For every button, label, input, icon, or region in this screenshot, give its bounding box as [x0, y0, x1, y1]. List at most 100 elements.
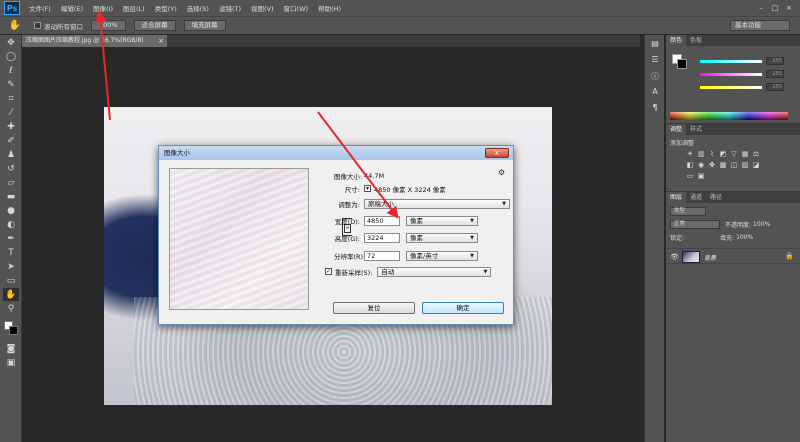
menu-type[interactable]: 类型(Y) — [150, 3, 182, 13]
balance-icon[interactable]: ⚖ — [752, 150, 760, 158]
gradient-tool-icon[interactable]: ▬ — [3, 190, 19, 203]
red-value[interactable]: 255 — [766, 57, 784, 65]
vibrance-icon[interactable]: ▽ — [730, 150, 738, 158]
hand-tool-icon[interactable]: ✋ — [3, 288, 19, 301]
quick-mask-icon[interactable]: ◙ — [3, 342, 19, 355]
close-icon[interactable]: × — [158, 35, 164, 47]
gradient-map-icon[interactable]: ▭ — [686, 172, 694, 180]
menu-select[interactable]: 选择(S) — [182, 3, 214, 13]
selective-color-icon[interactable]: ▣ — [697, 172, 705, 180]
resample-checkbox[interactable]: ✓ — [325, 268, 332, 275]
resample-select[interactable]: 自动 — [377, 266, 492, 277]
tab-layers[interactable]: 图层 — [666, 192, 687, 203]
eyedropper-tool-icon[interactable]: ⁄ — [3, 106, 19, 119]
paragraph-icon[interactable]: ¶ — [648, 103, 662, 115]
info-icon[interactable]: ⓘ — [648, 71, 662, 83]
menu-help[interactable]: 帮助(H) — [313, 3, 346, 13]
resolution-input[interactable]: 72 — [364, 250, 400, 261]
maximize-icon[interactable]: □ — [770, 4, 780, 12]
type-tool-icon[interactable]: T — [3, 246, 19, 259]
brightness-icon[interactable]: ☀ — [686, 150, 694, 158]
hue-icon[interactable]: ▦ — [741, 150, 749, 158]
height-input[interactable]: 3224 — [364, 232, 400, 243]
fill-screen-button[interactable]: 填充屏幕 — [183, 20, 226, 31]
gear-icon[interactable]: ⚙ — [498, 168, 505, 177]
image-preview[interactable] — [169, 168, 309, 310]
background-color[interactable] — [9, 326, 18, 335]
shape-tool-icon[interactable]: ▭ — [3, 274, 19, 287]
healing-tool-icon[interactable]: ✚ — [3, 120, 19, 133]
character-icon[interactable]: A — [648, 87, 662, 99]
marquee-tool-icon[interactable]: ◯ — [3, 50, 19, 63]
scroll-all-checkbox[interactable] — [34, 22, 41, 29]
properties-icon[interactable]: ☰ — [648, 55, 662, 67]
dodge-tool-icon[interactable]: ◐ — [3, 218, 19, 231]
tab-styles[interactable]: 样式 — [686, 124, 706, 135]
document-tab[interactable]: 压缩图图片压缩教程.jpg @ 16.7%(RGB/8) × — [22, 35, 167, 47]
reset-button[interactable]: 复位 — [333, 302, 415, 314]
threshold-icon[interactable]: ◪ — [752, 161, 760, 169]
brush-tool-icon[interactable]: ✐ — [3, 134, 19, 147]
zoom-100-button[interactable]: 100% — [91, 20, 126, 31]
layer-filter-select[interactable]: 类型 — [670, 206, 706, 216]
blur-tool-icon[interactable]: ● — [3, 204, 19, 217]
curves-icon[interactable]: ⌇ — [708, 150, 716, 158]
lock-icon[interactable]: 🔒 — [785, 252, 794, 260]
mixer-icon[interactable]: ✤ — [708, 161, 716, 169]
invert-icon[interactable]: ◫ — [730, 161, 738, 169]
photo-filter-icon[interactable]: ◉ — [697, 161, 705, 169]
eye-icon[interactable]: 👁 — [670, 253, 679, 261]
fit-to-select[interactable]: 原稿大小 — [364, 198, 510, 209]
posterize-icon[interactable]: ▨ — [741, 161, 749, 169]
tab-paths[interactable]: 路径 — [706, 192, 726, 203]
quick-select-tool-icon[interactable]: ✎ — [3, 78, 19, 91]
tab-channels[interactable]: 通道 — [686, 192, 706, 203]
lasso-tool-icon[interactable]: ℓ — [3, 64, 19, 77]
panel-background-color[interactable] — [677, 59, 687, 69]
layer-row[interactable]: 👁 背景 🔒 — [666, 248, 800, 264]
menu-file[interactable]: 文件(F) — [24, 3, 56, 13]
stamp-tool-icon[interactable]: ♟ — [3, 148, 19, 161]
move-tool-icon[interactable]: ✥ — [3, 36, 19, 49]
pen-tool-icon[interactable]: ✒ — [3, 232, 19, 245]
close-icon[interactable]: × — [784, 4, 794, 12]
workspace-select[interactable]: 基本功能 — [730, 20, 790, 31]
tab-color[interactable]: 颜色 — [666, 35, 687, 46]
color-swatches[interactable] — [0, 319, 22, 341]
blue-value[interactable]: 255 — [766, 83, 784, 91]
height-unit-select[interactable]: 像素 — [406, 232, 478, 243]
menu-filter[interactable]: 滤镜(T) — [214, 3, 246, 13]
hand-icon[interactable]: ✋ — [6, 19, 24, 33]
bw-icon[interactable]: ◧ — [686, 161, 694, 169]
tab-swatches[interactable]: 色板 — [686, 35, 706, 46]
lookup-icon[interactable]: ▩ — [719, 161, 727, 169]
blue-slider[interactable] — [700, 86, 762, 89]
path-select-icon[interactable]: ➤ — [3, 260, 19, 273]
eraser-tool-icon[interactable]: ▱ — [3, 176, 19, 189]
menu-edit[interactable]: 编辑(E) — [56, 3, 88, 13]
menu-window[interactable]: 窗口(W) — [279, 3, 314, 13]
menu-image[interactable]: 图像(I) — [88, 3, 118, 13]
ok-button[interactable]: 确定 — [422, 302, 504, 314]
zoom-tool-icon[interactable]: ⚲ — [3, 302, 19, 315]
crop-tool-icon[interactable]: ⌗ — [3, 92, 19, 105]
resolution-unit-select[interactable]: 像素/英寸 — [406, 250, 478, 261]
fit-screen-button[interactable]: 适合屏幕 — [133, 20, 176, 31]
green-slider[interactable] — [700, 73, 762, 76]
exposure-icon[interactable]: ◩ — [719, 150, 727, 158]
blend-mode-select[interactable]: 正常 — [670, 219, 720, 229]
opacity-value[interactable]: 100% — [753, 221, 770, 228]
dialog-close-button[interactable]: x — [485, 148, 509, 158]
red-slider[interactable] — [700, 60, 762, 63]
history-icon[interactable]: ▤ — [648, 39, 662, 51]
menu-view[interactable]: 视图(V) — [246, 3, 279, 13]
width-input[interactable]: 4850 — [364, 215, 400, 226]
dimensions-dropdown-icon[interactable]: ▾ — [364, 185, 371, 192]
fill-value[interactable]: 100% — [736, 234, 753, 241]
menu-layer[interactable]: 图层(L) — [118, 3, 150, 13]
levels-icon[interactable]: ▥ — [697, 150, 705, 158]
green-value[interactable]: 255 — [766, 70, 784, 78]
color-ramp[interactable] — [670, 112, 788, 120]
tab-adjustments[interactable]: 调整 — [666, 124, 687, 135]
history-brush-icon[interactable]: ↺ — [3, 162, 19, 175]
